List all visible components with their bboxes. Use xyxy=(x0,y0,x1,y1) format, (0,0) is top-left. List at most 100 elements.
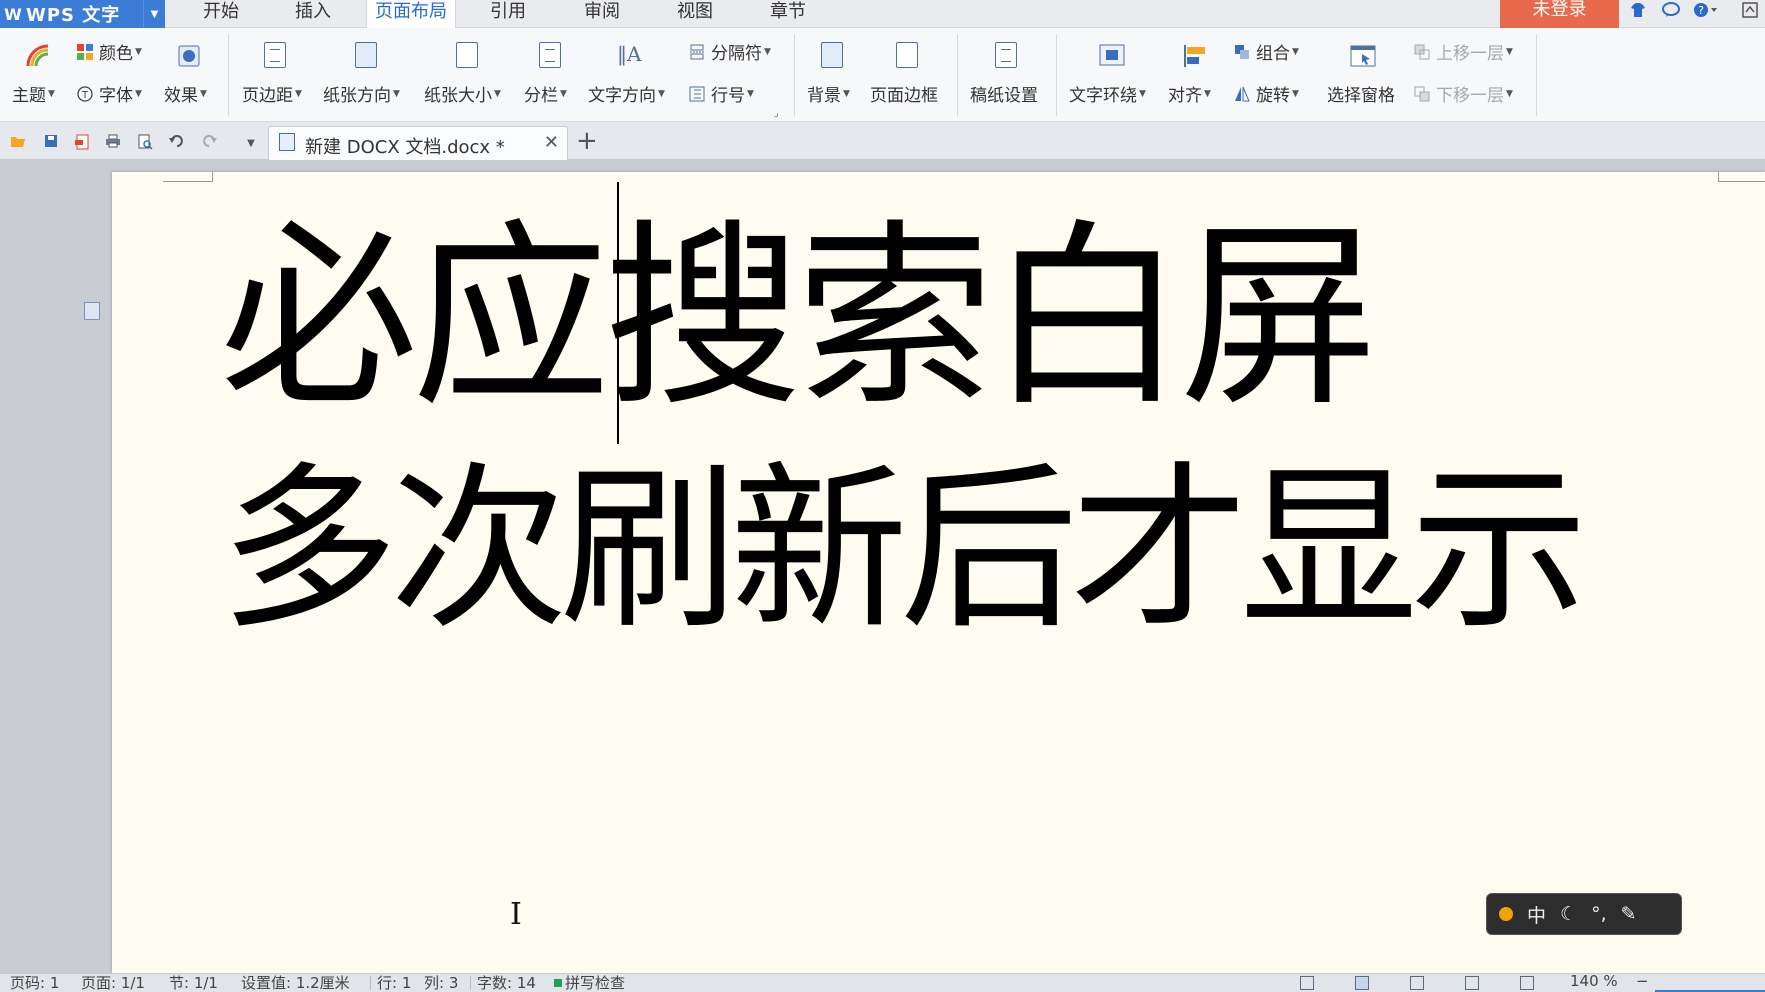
document-tab[interactable]: 新建 DOCX 文档.docx * ✕ xyxy=(268,126,568,160)
rotate-label: 旋转 xyxy=(1256,86,1290,106)
chevron-down-icon: ▼ xyxy=(135,46,142,57)
help-icon[interactable]: ? xyxy=(1692,2,1720,22)
text-wrap-button[interactable]: 文字环绕 ▼ xyxy=(1069,81,1146,106)
status-page: 页码: 1 xyxy=(10,974,60,992)
zoom-out-icon[interactable]: − xyxy=(1636,972,1649,990)
status-section: 节: 1/1 xyxy=(169,974,218,992)
selection-pane-icon[interactable] xyxy=(1350,45,1376,71)
margin-marker xyxy=(1718,172,1765,182)
color-button[interactable]: 颜色 ▼ xyxy=(77,39,142,64)
page-setup-launcher-icon[interactable]: ⌟ xyxy=(774,108,779,119)
page-view-icon[interactable] xyxy=(1355,976,1369,990)
feedback-icon[interactable] xyxy=(1660,2,1682,22)
align-label: 对齐 xyxy=(1168,86,1202,106)
menu-bar: W WPS 文字 ▼ 开始 插入 页面布局 引用 审阅 视图 章节 未登录 ? xyxy=(0,0,1765,29)
effect-icon[interactable] xyxy=(178,45,200,71)
chevron-down-icon: ▼ xyxy=(1204,88,1211,99)
document-line-1[interactable]: 必应搜索白屏 xyxy=(220,198,1378,438)
palette-icon xyxy=(77,43,93,60)
group-button[interactable]: 组合 ▼ xyxy=(1234,39,1299,64)
send-backward-button[interactable]: 下移一层 ▼ xyxy=(1414,81,1513,106)
margins-icon[interactable] xyxy=(264,42,286,68)
redo-icon[interactable] xyxy=(201,134,217,148)
breaks-button[interactable]: 分隔符 ▼ xyxy=(689,39,771,64)
text-wrap-icon[interactable] xyxy=(1099,44,1125,70)
zoom-level[interactable]: 140 % xyxy=(1570,972,1618,990)
manuscript-button[interactable]: 稿纸设置 xyxy=(970,81,1038,106)
status-word-count[interactable]: 字数: 14 xyxy=(477,972,536,992)
selection-pane-button[interactable]: 选择窗格 xyxy=(1327,81,1395,106)
line-numbers-label: 行号 xyxy=(711,86,745,106)
chevron-down-icon: ▼ xyxy=(843,88,850,99)
bring-forward-button[interactable]: 上移一层 ▼ xyxy=(1414,39,1513,64)
line-numbers-button[interactable]: 行号 ▼ xyxy=(689,81,754,106)
wps-logo-icon: W xyxy=(4,4,22,24)
tab-page-layout[interactable]: 页面布局 xyxy=(366,0,456,29)
open-icon[interactable] xyxy=(10,134,26,148)
reading-view-icon[interactable] xyxy=(1520,976,1534,990)
export-pdf-icon[interactable] xyxy=(74,134,90,150)
app-menu-button[interactable]: W WPS 文字 ▼ xyxy=(0,0,165,28)
new-tab-icon[interactable]: + xyxy=(576,128,598,154)
paper-size-button[interactable]: 纸张大小 ▼ xyxy=(424,81,501,106)
tab-view[interactable]: 视图 xyxy=(670,0,720,28)
columns-button[interactable]: 分栏 ▼ xyxy=(524,81,567,106)
tab-references[interactable]: 引用 xyxy=(483,0,533,28)
navigation-pane-icon[interactable] xyxy=(84,302,100,320)
full-screen-view-icon[interactable] xyxy=(1300,976,1314,990)
minimize-ribbon-icon[interactable] xyxy=(1740,2,1760,22)
paper-size-icon[interactable] xyxy=(456,42,478,68)
document-tab-title: 新建 DOCX 文档.docx * xyxy=(305,137,505,158)
text-direction-button[interactable]: 文字方向 ▼ xyxy=(588,81,665,106)
columns-icon[interactable] xyxy=(539,42,561,68)
ibeam-cursor-icon: I xyxy=(510,897,522,932)
ime-mode[interactable]: 中 xyxy=(1527,901,1546,928)
align-icon[interactable] xyxy=(1183,44,1207,72)
document-page[interactable]: 必应搜索白屏 多次刷新后才显示 I xyxy=(112,172,1765,973)
tab-insert[interactable]: 插入 xyxy=(288,0,338,28)
outline-view-icon[interactable] xyxy=(1410,976,1424,990)
theme-icon[interactable] xyxy=(26,44,50,72)
close-icon[interactable]: ✕ xyxy=(544,132,559,153)
orientation-icon[interactable] xyxy=(355,42,377,68)
print-preview-icon[interactable] xyxy=(137,134,153,150)
text-wrap-label: 文字环绕 xyxy=(1069,86,1137,106)
tab-review[interactable]: 审阅 xyxy=(577,0,627,28)
effect-label: 效果 xyxy=(164,86,198,106)
background-icon[interactable] xyxy=(821,42,843,68)
punctuation-icon[interactable]: °, xyxy=(1591,903,1607,925)
margins-label: 页边距 xyxy=(242,86,293,106)
margins-button[interactable]: 页边距 ▼ xyxy=(242,81,302,106)
skin-icon[interactable] xyxy=(1628,2,1648,22)
save-icon[interactable] xyxy=(43,134,59,148)
half-width-icon[interactable]: ☾ xyxy=(1560,903,1577,925)
rotate-button[interactable]: 旋转 ▼ xyxy=(1234,81,1299,106)
page-border-icon[interactable] xyxy=(896,42,918,68)
customize-toolbar-icon[interactable]: ▼ xyxy=(243,137,259,151)
tab-chapter[interactable]: 章节 xyxy=(763,0,813,28)
group-icon xyxy=(1234,44,1250,60)
app-menu-dropdown-icon[interactable]: ▼ xyxy=(143,0,165,28)
web-view-icon[interactable] xyxy=(1465,976,1479,990)
document-line-2[interactable]: 多次刷新后才显示 xyxy=(220,440,1588,660)
print-icon[interactable] xyxy=(105,134,121,148)
svg-text:?: ? xyxy=(1698,4,1704,17)
background-button[interactable]: 背景 ▼ xyxy=(807,81,850,106)
align-button[interactable]: 对齐 ▼ xyxy=(1168,81,1211,106)
theme-button[interactable]: 主题 ▼ xyxy=(12,81,55,106)
ime-logo-icon[interactable] xyxy=(1499,907,1513,921)
effect-button[interactable]: 效果 ▼ xyxy=(164,81,207,106)
font-button[interactable]: T 字体 ▼ xyxy=(77,81,142,106)
status-spellcheck[interactable]: 拼写检查 xyxy=(565,972,625,992)
page-border-button[interactable]: 页面边框 xyxy=(870,81,938,106)
login-button[interactable]: 未登录 xyxy=(1500,0,1619,28)
ime-toolbar[interactable]: 中 ☾ °, ✎ xyxy=(1486,893,1682,935)
orientation-button[interactable]: 纸张方向 ▼ xyxy=(323,81,400,106)
status-separator xyxy=(370,976,371,990)
text-direction-icon[interactable]: ‖A xyxy=(617,42,641,66)
tab-start[interactable]: 开始 xyxy=(196,0,246,28)
manuscript-icon[interactable] xyxy=(995,42,1017,68)
settings-wrench-icon[interactable]: ✎ xyxy=(1621,903,1637,925)
undo-icon[interactable] xyxy=(169,134,185,148)
font-label: 字体 xyxy=(99,86,133,106)
